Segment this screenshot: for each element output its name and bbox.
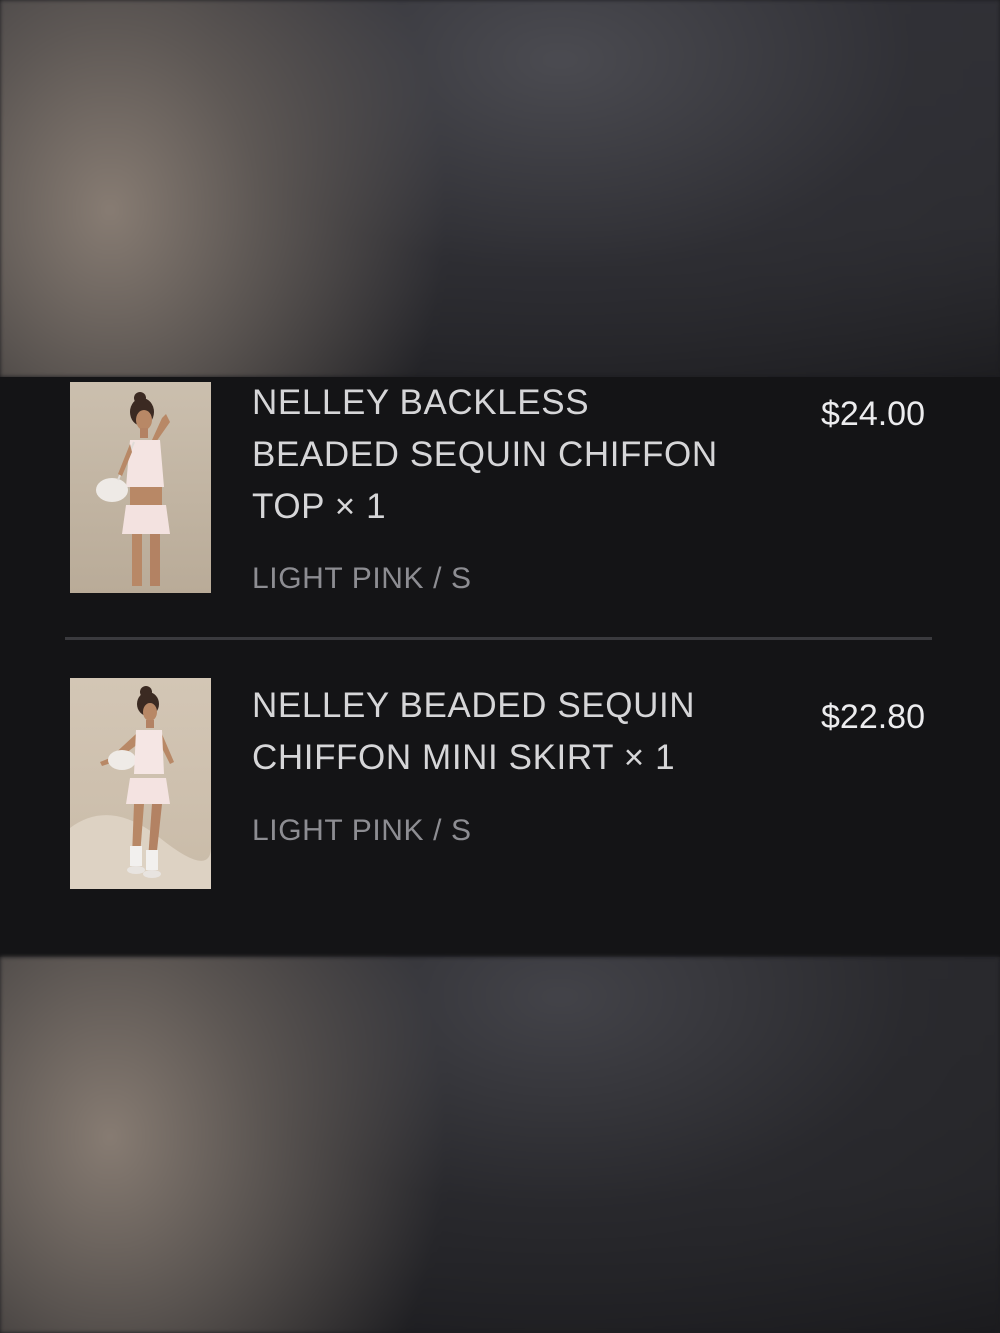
product-variant: LIGHT PINK / S (252, 814, 472, 847)
product-title-line: NELLEY BEADED SEQUIN (252, 686, 696, 725)
product-photo-icon (70, 678, 211, 889)
product-variant: LIGHT PINK / S (252, 562, 472, 595)
product-price: $24.00 (821, 395, 925, 433)
blurred-background-top (0, 0, 1000, 377)
product-title[interactable]: NELLEY BEADED SEQUIN CHIFFON MINI SKIRT … (252, 680, 772, 784)
product-title[interactable]: NELLEY BACKLESS BEADED SEQUIN CHIFFON TO… (252, 377, 772, 533)
product-title-line: NELLEY BACKLESS (252, 383, 590, 422)
product-thumbnail[interactable] (70, 382, 211, 593)
product-title-line: BEADED SEQUIN CHIFFON (252, 435, 718, 474)
product-title-line: CHIFFON MINI SKIRT × 1 (252, 738, 676, 777)
blurred-background-bottom (0, 957, 1000, 1333)
cart-line-item: NELLEY BACKLESS BEADED SEQUIN CHIFFON TO… (0, 377, 1000, 640)
cart-line-item: NELLEY BEADED SEQUIN CHIFFON MINI SKIRT … (0, 640, 1000, 930)
product-thumbnail[interactable] (70, 678, 211, 889)
product-price: $22.80 (821, 698, 925, 736)
product-title-line: TOP × 1 (252, 487, 387, 526)
cart-items-panel: NELLEY BACKLESS BEADED SEQUIN CHIFFON TO… (0, 377, 1000, 957)
product-photo-icon (70, 382, 211, 593)
